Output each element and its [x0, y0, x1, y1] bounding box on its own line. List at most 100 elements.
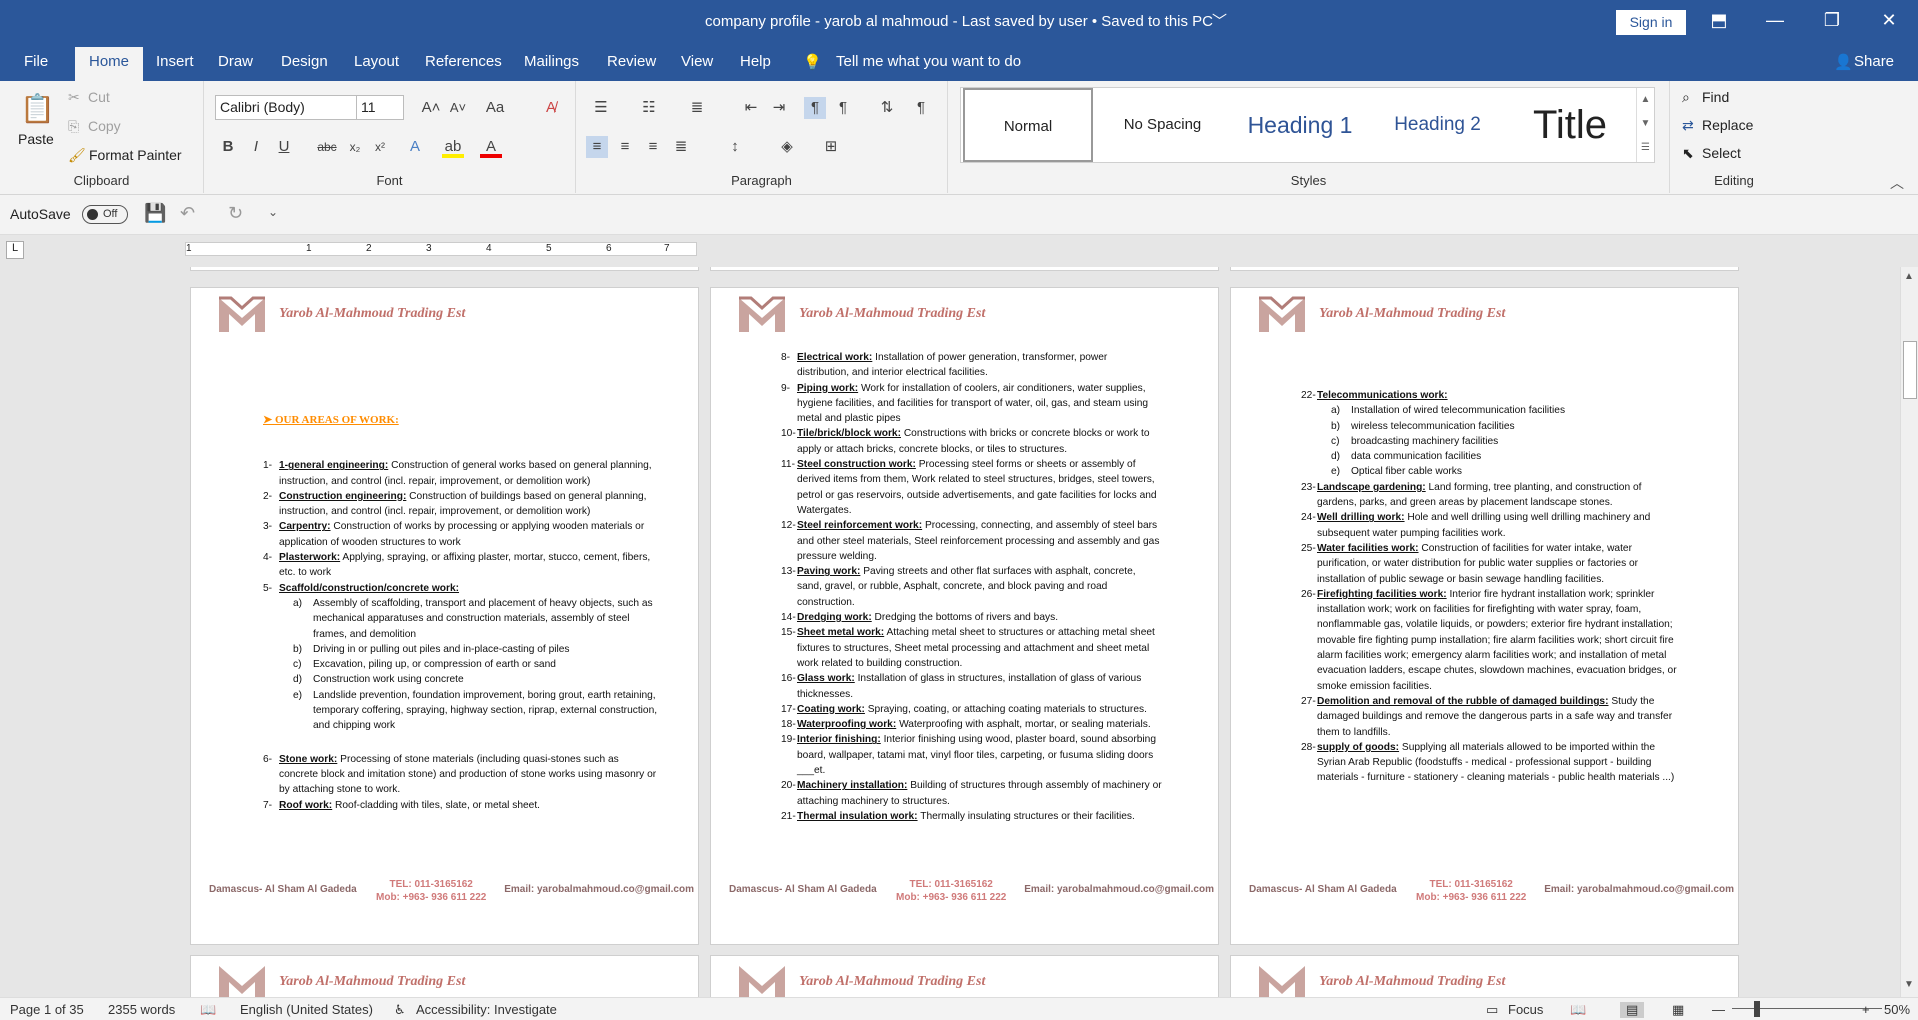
autosave-toggle[interactable]: Off — [82, 205, 128, 224]
word-count[interactable]: 2355 words — [108, 1002, 175, 1017]
document-page-next[interactable]: Yarob Al-Mahmoud Trading Est — [710, 955, 1219, 997]
strikethrough-icon[interactable]: abc — [316, 136, 338, 158]
horizontal-ruler[interactable]: 1 1 2 3 4 5 6 7 — [185, 242, 697, 256]
clear-formatting-icon[interactable]: A̸ — [540, 97, 562, 119]
customize-qat-icon[interactable]: ⌄ — [268, 205, 278, 219]
format-painter-button[interactable]: Format Painter — [89, 147, 182, 163]
item-desc: Spraying, coating, or attaching coating … — [864, 703, 1147, 715]
sign-in-button[interactable]: Sign in — [1616, 10, 1686, 35]
align-left-icon[interactable]: ≡ — [586, 136, 608, 158]
line-spacing-icon[interactable]: ↕ — [724, 136, 746, 158]
select-button[interactable]: Select — [1702, 145, 1741, 161]
focus-button[interactable]: Focus — [1508, 1002, 1543, 1017]
highlight-icon[interactable]: ab — [442, 136, 464, 158]
item-desc: Construction of works by processing or a… — [279, 521, 645, 548]
tab-design[interactable]: Design — [281, 53, 328, 70]
undo-icon[interactable]: ↶ — [180, 203, 195, 224]
multilevel-list-icon[interactable]: ≣ — [686, 97, 708, 119]
bullets-icon[interactable]: ☰ — [590, 97, 612, 119]
document-area[interactable]: Yarob Al-Mahmoud Trading Est ➤ OUR AREAS… — [0, 267, 1900, 997]
justify-icon[interactable]: ≣ — [670, 136, 692, 158]
zoom-level[interactable]: 50% — [1884, 1002, 1910, 1017]
zoom-out-icon[interactable]: — — [1712, 1002, 1725, 1017]
document-page-next[interactable]: Yarob Al-Mahmoud Trading Est — [1230, 955, 1739, 997]
numbering-icon[interactable]: ☷ — [638, 97, 660, 119]
document-page-next[interactable]: Yarob Al-Mahmoud Trading Est — [190, 955, 699, 997]
style-normal[interactable]: Normal — [963, 88, 1093, 162]
ribbon-display-options-icon[interactable]: ⬒ — [1696, 0, 1742, 44]
tab-selector-icon[interactable]: L — [6, 241, 24, 259]
zoom-thumb[interactable] — [1754, 1001, 1760, 1017]
find-button[interactable]: Find — [1702, 89, 1729, 105]
tab-mailings[interactable]: Mailings — [524, 53, 579, 70]
style-heading-1[interactable]: Heading 1 — [1230, 88, 1370, 162]
print-layout-icon[interactable]: ▤ — [1620, 1002, 1645, 1018]
document-page[interactable]: Yarob Al-Mahmoud Trading Est ➤ OUR AREAS… — [190, 287, 699, 945]
tab-insert[interactable]: Insert — [156, 53, 194, 70]
paste-icon[interactable]: 📋 — [20, 91, 55, 127]
sort-icon[interactable]: ⇅ — [876, 97, 898, 119]
proofing-icon[interactable]: 📖 — [200, 1002, 216, 1018]
increase-indent-icon[interactable]: ⇥ — [768, 97, 790, 119]
redo-icon[interactable]: ↻ — [228, 203, 243, 224]
align-center-icon[interactable]: ≡ — [614, 136, 636, 158]
style-heading-2[interactable]: Heading 2 — [1370, 88, 1505, 162]
grow-font-icon[interactable]: A˄ — [420, 97, 442, 119]
subscript-icon[interactable]: x₂ — [344, 136, 366, 158]
zoom-in-icon[interactable]: + — [1862, 1002, 1870, 1017]
decrease-indent-icon[interactable]: ⇤ — [740, 97, 762, 119]
item-number: 10- — [781, 428, 796, 440]
tab-home[interactable]: Home — [75, 47, 144, 81]
cut-button[interactable]: Cut — [88, 89, 110, 105]
close-icon[interactable]: ✕ — [1866, 0, 1912, 44]
italic-icon[interactable]: I — [245, 136, 267, 158]
ltr-icon[interactable]: ¶ — [804, 97, 826, 119]
scroll-thumb[interactable] — [1903, 341, 1917, 399]
document-page[interactable]: Yarob Al-Mahmoud Trading Est 22- Telecomm… — [1230, 287, 1739, 945]
accessibility-status[interactable]: Accessibility: Investigate — [416, 1002, 557, 1017]
font-color-icon[interactable]: A — [480, 136, 502, 158]
borders-icon[interactable]: ⊞ — [820, 136, 842, 158]
copy-button[interactable]: Copy — [88, 118, 121, 134]
font-size-select[interactable]: 11 — [356, 95, 404, 120]
tab-file[interactable]: File — [24, 53, 48, 70]
tab-review[interactable]: Review — [607, 53, 656, 70]
align-right-icon[interactable]: ≡ — [642, 136, 664, 158]
superscript-icon[interactable]: x² — [369, 136, 391, 158]
tab-help[interactable]: Help — [740, 53, 771, 70]
collapse-ribbon-icon[interactable]: ︿ — [1890, 173, 1904, 193]
scroll-up-icon[interactable]: ▲ — [1904, 271, 1914, 282]
change-case-icon[interactable]: Aa — [484, 97, 506, 119]
shrink-font-icon[interactable]: A˅ — [447, 97, 469, 119]
shading-icon[interactable]: ◈ — [776, 136, 798, 158]
vertical-scrollbar[interactable]: ▲ ▼ — [1900, 267, 1918, 997]
document-page[interactable]: Yarob Al-Mahmoud Trading Est 8- Electrica… — [710, 287, 1219, 945]
underline-icon[interactable]: U — [273, 136, 295, 158]
paste-button[interactable]: Paste — [18, 131, 54, 147]
share-button[interactable]: Share — [1854, 53, 1894, 70]
rtl-icon[interactable]: ¶ — [832, 97, 854, 119]
scroll-down-icon[interactable]: ▼ — [1904, 979, 1914, 990]
tell-me-input[interactable]: Tell me what you want to do — [836, 53, 1021, 70]
restore-icon[interactable]: ❐ — [1809, 0, 1855, 44]
style-no-spacing[interactable]: No Spacing — [1095, 88, 1230, 162]
bold-icon[interactable]: B — [217, 136, 239, 158]
style-title[interactable]: Title — [1505, 88, 1635, 162]
font-name-select[interactable]: Calibri (Body) — [215, 95, 360, 120]
replace-button[interactable]: Replace — [1702, 117, 1753, 133]
tab-layout[interactable]: Layout — [354, 53, 399, 70]
autosave-label: AutoSave — [10, 206, 71, 222]
web-layout-icon[interactable]: ▦ — [1672, 1002, 1684, 1018]
language[interactable]: English (United States) — [240, 1002, 373, 1017]
tab-draw[interactable]: Draw — [218, 53, 253, 70]
save-icon[interactable]: 💾 — [144, 203, 166, 224]
tab-view[interactable]: View — [681, 53, 713, 70]
show-marks-icon[interactable]: ¶ — [910, 97, 932, 119]
read-mode-icon[interactable]: 📖 — [1570, 1002, 1586, 1018]
styles-scroll[interactable]: ▲ ▼ ☰ — [1636, 88, 1654, 162]
minimize-icon[interactable]: — — [1752, 0, 1798, 44]
page-count[interactable]: Page 1 of 35 — [10, 1002, 84, 1017]
chevron-down-icon[interactable]: ﹀ — [1212, 10, 1227, 31]
tab-references[interactable]: References — [425, 53, 502, 70]
text-effects-icon[interactable]: A — [404, 136, 426, 158]
